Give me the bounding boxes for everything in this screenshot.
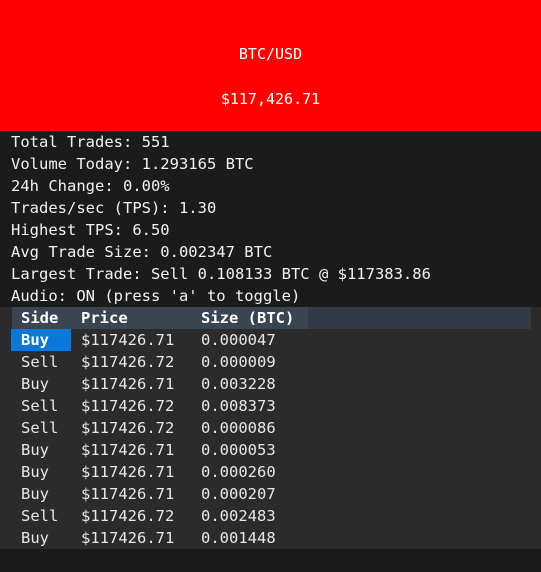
stat-audio-status: Audio: ON (press 'a' to toggle) <box>11 287 301 305</box>
stat-tps: Trades/sec (TPS): 1.30 <box>11 199 217 217</box>
cell-side[interactable]: Buy <box>21 461 49 483</box>
cell-size[interactable]: 0.000047 <box>201 329 276 351</box>
cell-price[interactable]: $117426.71 <box>81 439 174 461</box>
stat-24h-change: 24h Change: 0.00% <box>11 177 170 195</box>
cell-price[interactable]: $117426.72 <box>81 417 174 439</box>
cell-size[interactable]: 0.008373 <box>201 395 276 417</box>
cell-side[interactable]: Buy <box>21 527 49 549</box>
cell-side[interactable]: Buy <box>21 439 49 461</box>
cell-size[interactable]: 0.000260 <box>201 461 276 483</box>
cell-price[interactable]: $117426.71 <box>81 373 174 395</box>
cell-side[interactable]: Sell <box>21 351 58 373</box>
trades-table: Side Price Size (BTC) Buy $117426.71 0.000… <box>0 307 541 549</box>
current-price: $117,426.71 <box>220 90 321 108</box>
price-banner: BTC/USD $117,426.71 <box>0 0 541 131</box>
cell-size[interactable]: 0.000086 <box>201 417 276 439</box>
stats-panel: Total Trades: 551 Volume Today: 1.293165… <box>0 131 541 307</box>
cell-size[interactable]: 0.000053 <box>201 439 276 461</box>
cell-side[interactable]: Sell <box>21 505 58 527</box>
column-header-size[interactable]: Size (BTC) <box>201 307 294 329</box>
cell-price[interactable]: $117426.71 <box>81 461 174 483</box>
cell-side[interactable]: Buy <box>21 483 49 505</box>
cell-price[interactable]: $117426.71 <box>81 527 174 549</box>
cell-size[interactable]: 0.001448 <box>201 527 276 549</box>
cell-size[interactable]: 0.003228 <box>201 373 276 395</box>
cell-price[interactable]: $117426.72 <box>81 395 174 417</box>
stat-volume-today: Volume Today: 1.293165 BTC <box>11 155 254 173</box>
cell-size[interactable]: 0.000207 <box>201 483 276 505</box>
stat-largest-trade: Largest Trade: Sell 0.108133 BTC @ $1173… <box>11 265 431 283</box>
cell-price[interactable]: $117426.72 <box>81 505 174 527</box>
column-header-side[interactable]: Side <box>21 307 58 329</box>
cell-size[interactable]: 0.002483 <box>201 505 276 527</box>
footer-bar <box>0 549 541 572</box>
table-header: Side Price Size (BTC) <box>12 307 531 329</box>
cell-side[interactable]: Sell <box>21 417 58 439</box>
cell-side[interactable]: Sell <box>21 395 58 417</box>
cell-price[interactable]: $117426.71 <box>81 329 174 351</box>
stat-total-trades: Total Trades: 551 <box>11 133 170 151</box>
cell-side[interactable]: Buy <box>21 329 49 351</box>
stat-avg-trade-size: Avg Trade Size: 0.002347 BTC <box>11 243 273 261</box>
cell-side[interactable]: Buy <box>21 373 49 395</box>
trading-pair-label: BTC/USD <box>238 45 303 63</box>
cell-size[interactable]: 0.000009 <box>201 351 276 373</box>
cell-price[interactable]: $117426.72 <box>81 351 174 373</box>
cell-price[interactable]: $117426.71 <box>81 483 174 505</box>
column-header-price[interactable]: Price <box>81 307 128 329</box>
stat-highest-tps: Highest TPS: 6.50 <box>11 221 170 239</box>
